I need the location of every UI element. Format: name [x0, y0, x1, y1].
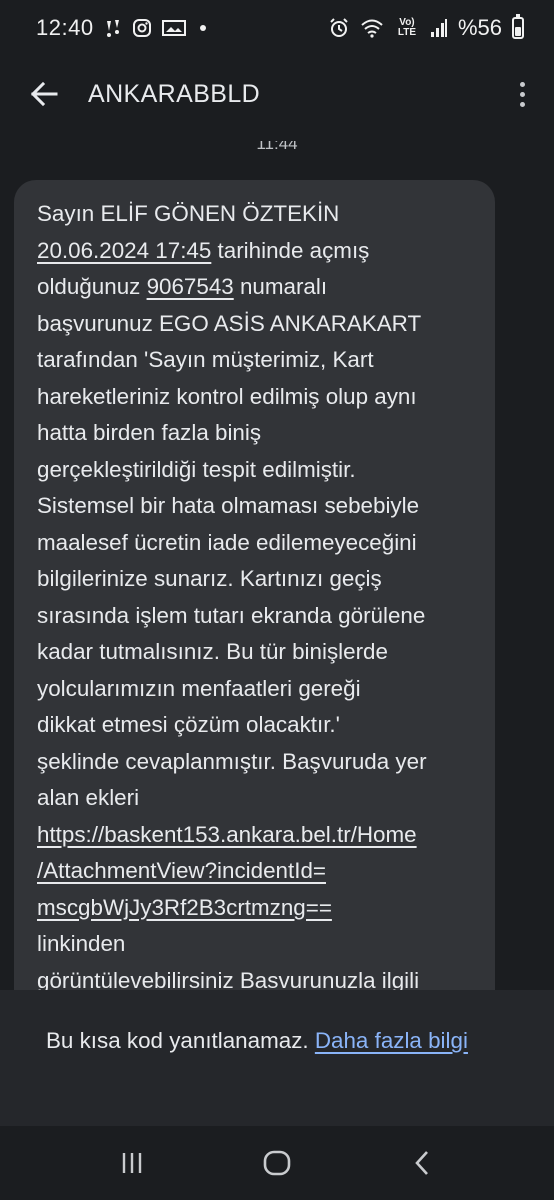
message-line: mscgbWjJy3Rf2B3crtmzng== [37, 890, 481, 927]
message-text: görüntülevebilirsiniz Basvurunuzla ilgil… [37, 967, 420, 991]
home-icon [263, 1150, 291, 1176]
message-text: bilgilerinize sunarız. Kartınızı geçiş [37, 566, 382, 591]
message-text: şeklinde cevaplanmıştır. Başvuruda yer [37, 748, 427, 774]
message-line: dikkat etmesi çözüm olacaktır.' [37, 707, 481, 744]
message-text: başvurunuz EGO ASİS ANKARAKART [37, 310, 422, 336]
message-text: numaralı [233, 274, 328, 299]
attachment-link[interactable]: mscgbWjJy3Rf2B3crtmzng== [37, 895, 332, 920]
message-text: tarafından 'Sayın müşterimiz, Kart [37, 347, 374, 372]
conversation-title: ANKARABBLD [88, 79, 261, 108]
image-icon [161, 19, 186, 37]
message-text: olduğunuz [37, 274, 147, 299]
message-text: gerçekleştirildiği tespit edilmiştir. [37, 456, 356, 482]
message-text: Sistemsel bir hata olmaması sebebiyle [37, 493, 420, 518]
message-line: linkinden [37, 926, 481, 963]
back-icon [414, 1151, 428, 1175]
instagram-icon [132, 18, 152, 38]
message-line: hatta birden fazla biniş [37, 415, 481, 452]
timestamp-clip [0, 132, 554, 141]
recent-apps-icon [123, 1153, 142, 1173]
message-line: gerçekleştirildiği tespit edilmiştir. [37, 452, 481, 489]
battery-icon [512, 14, 524, 39]
message-line: tarafından 'Sayın müşterimiz, Kart [37, 342, 481, 379]
attachment-link[interactable]: https://baskent153.ankara.bel.tr/Home [37, 822, 417, 847]
message-line: sırasında işlem tutarı ekranda görülene [37, 598, 481, 635]
more-vert-dot [519, 101, 525, 107]
message-line: yolcularımızın menfaatleri gereği [37, 671, 481, 708]
message-line: başvurunuz EGO ASİS ANKARAKART [37, 306, 481, 343]
message-list[interactable]: 11:44 Sayın ELİF GÖNEN ÖZTEKİN 20.06.2024… [0, 132, 554, 990]
message-line: olduğunuz 9067543 numaralı [37, 269, 481, 306]
more-info-link[interactable]: Daha fazla bilgi [315, 1028, 468, 1053]
more-options-button[interactable] [510, 74, 534, 114]
notification-icon [104, 18, 122, 38]
more-vert-icon [519, 81, 525, 87]
message-line: /AttachmentView?incidentId= [37, 853, 481, 890]
system-back-button[interactable] [392, 1138, 452, 1188]
sms-conversation-screen: 12:40 Vo) LTE %56 ANKARABBLD 11:44 Sayın… [0, 0, 554, 1200]
wifi-icon [360, 18, 384, 38]
message-line: 20.06.2024 17:45 tarihinde açmış [37, 233, 481, 270]
detected-entity[interactable]: 9067543 [147, 274, 234, 299]
message-text: yolcularımızın menfaatleri gereği [37, 675, 361, 701]
reply-disabled-notice: Bu kısa kod yanıtlanamaz. [46, 1028, 309, 1053]
message-line: alan ekleri [37, 780, 481, 817]
status-left: 12:40 [36, 15, 206, 41]
message-text: kadar tutmalısınız. Bu tür binişlerde [37, 639, 388, 664]
status-bar: 12:40 Vo) LTE %56 [0, 0, 554, 56]
message-line: görüntülevebilirsiniz Basvurunuzla ilgil… [37, 963, 481, 991]
message-line: maalesef ücretin iade edilemeyeceğini [37, 525, 481, 562]
message-text: alan ekleri [37, 785, 140, 810]
message-line: Sayın ELİF GÖNEN ÖZTEKİN [37, 196, 481, 233]
volte-icon: Vo) LTE [397, 17, 417, 38]
alarm-icon [328, 17, 350, 39]
more-vert-dot [519, 91, 525, 97]
message-text: dikkat etmesi çözüm olacaktır.' [37, 712, 340, 737]
app-bar: ANKARABBLD [0, 56, 554, 132]
reply-disabled-footer: Bu kısa kod yanıtlanamaz. Daha fazla bil… [0, 990, 554, 1126]
message-line: şeklinde cevaplanmıştır. Başvuruda yer [37, 744, 481, 781]
message-text: maalesef ücretin iade edilemeyeceğini [37, 529, 417, 555]
recent-apps-button[interactable] [102, 1138, 162, 1188]
message-line: kadar tutmalısınız. Bu tür binişlerde [37, 634, 481, 671]
message-line: Sistemsel bir hata olmaması sebebiyle [37, 488, 481, 525]
message-line: hareketleriniz kontrol edilmiş olup aynı [37, 379, 481, 416]
battery-percent: %56 [457, 15, 502, 40]
message-line: bilgilerinize sunarız. Kartınızı geçiş [37, 561, 481, 598]
message-text: sırasında işlem tutarı ekranda görülene [37, 602, 426, 628]
arrow-back-icon [30, 81, 58, 107]
detected-entity[interactable]: 20.06.2024 17:45 [37, 238, 211, 263]
dot-icon [199, 25, 206, 31]
message-text: hareketleriniz kontrol edilmiş olup aynı [37, 383, 417, 409]
message-bubble[interactable]: Sayın ELİF GÖNEN ÖZTEKİN 20.06.2024 17:45… [14, 180, 495, 990]
message-text: Sayın ELİF GÖNEN ÖZTEKİN [37, 201, 340, 226]
message-line: https://baskent153.ankara.bel.tr/Home [37, 817, 481, 854]
attachment-link[interactable]: /AttachmentView?incidentId= [37, 858, 326, 883]
message-text: hatta birden fazla biniş [37, 420, 262, 445]
status-right: Vo) LTE %56 [328, 14, 524, 41]
message-text: linkinden [37, 931, 126, 956]
signal-icon [430, 18, 448, 38]
system-nav-bar [0, 1126, 554, 1200]
reply-disabled-text: Bu kısa kod yanıtlanamaz. Daha fazla bil… [46, 1022, 514, 1059]
message-text: tarihinde açmış [211, 237, 370, 263]
back-button[interactable] [26, 76, 62, 112]
clock: 12:40 [36, 15, 94, 40]
home-button[interactable] [247, 1138, 307, 1188]
